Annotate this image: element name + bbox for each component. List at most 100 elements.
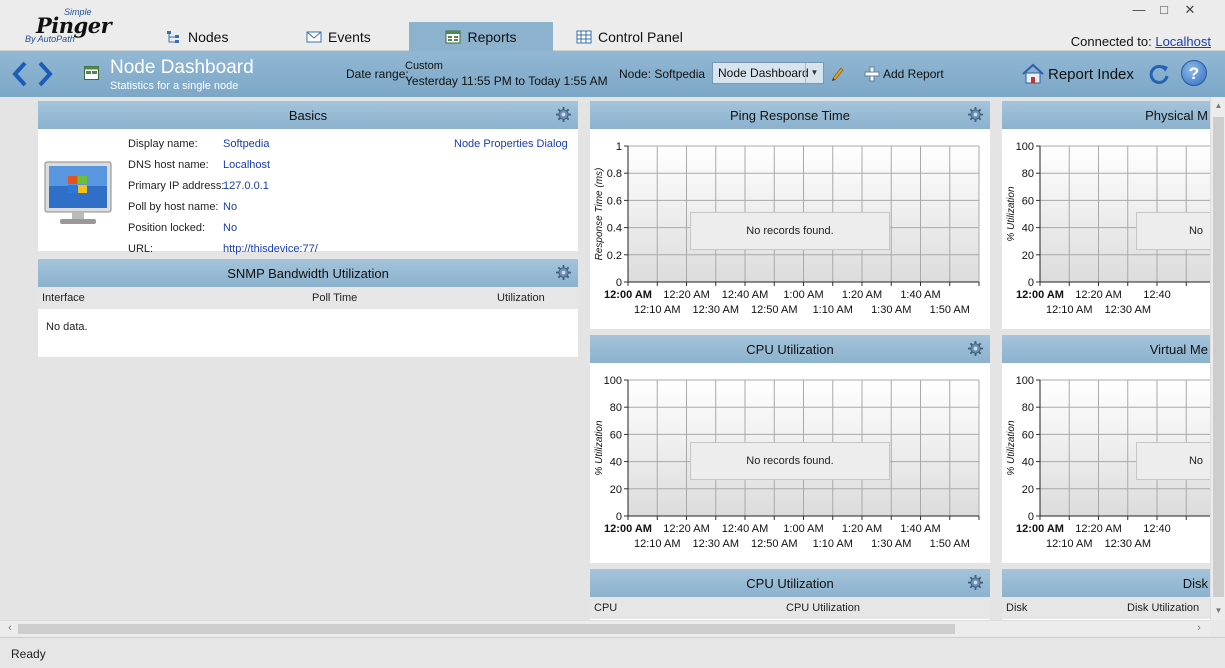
y-axis-label: % Utilization: [1006, 420, 1017, 475]
y-tick-label: 0: [616, 277, 622, 289]
y-tick-label: 100: [1016, 141, 1034, 153]
column-header[interactable]: Disk Utilization: [1127, 602, 1199, 614]
scroll-thumb[interactable]: [1213, 117, 1224, 597]
y-tick-label: 40: [610, 457, 622, 469]
report-index-button[interactable]: Report Index: [1021, 63, 1134, 85]
maximize-button[interactable]: □: [1156, 3, 1172, 17]
scroll-down-icon[interactable]: ▼: [1211, 604, 1225, 618]
x-tick-label: 12:30 AM: [1105, 538, 1151, 550]
date-range-label: Date range:: [346, 67, 409, 81]
tab-control-panel[interactable]: Control Panel: [576, 22, 683, 51]
basics-panel: Basics Node Properties Dialog Display na…: [38, 101, 578, 255]
y-tick-label: 0.2: [607, 250, 622, 262]
scroll-right-icon[interactable]: ›: [1192, 622, 1206, 634]
forward-arrow-icon[interactable]: [34, 60, 56, 88]
house-icon: [1022, 63, 1044, 84]
panel-header: CPU Utilization: [590, 335, 990, 363]
no-records-message: No records found.: [690, 212, 890, 250]
panel-header: SNMP Bandwidth Utilization: [38, 259, 578, 287]
field-value: No: [223, 222, 238, 234]
snmp-panel: SNMP Bandwidth Utilization Interface Pol…: [38, 259, 578, 357]
x-tick-label: 12:10 AM: [1046, 304, 1092, 316]
x-tick-label: 12:40 AM: [722, 289, 768, 301]
empty-message: No data.: [46, 321, 88, 333]
field-label: Position locked:: [128, 222, 206, 234]
gear-icon[interactable]: [556, 265, 571, 280]
y-tick-label: 0: [1028, 511, 1034, 523]
scroll-thumb[interactable]: [18, 624, 955, 634]
close-button[interactable]: ✕: [1182, 3, 1198, 17]
control-panel-icon: [576, 30, 592, 43]
column-header[interactable]: Utilization: [497, 292, 545, 304]
column-header[interactable]: Disk: [1006, 602, 1027, 614]
x-tick-label: 1:50 AM: [930, 538, 970, 550]
tab-label: Nodes: [188, 28, 229, 45]
x-tick-label: 12:30 AM: [1105, 304, 1151, 316]
field-label: Poll by host name:: [128, 201, 219, 213]
report-icon: [445, 30, 461, 43]
y-tick-label: 20: [610, 484, 622, 496]
x-tick-label: 1:50 AM: [930, 304, 970, 316]
add-report-button[interactable]: Add Report: [864, 65, 944, 83]
gear-icon[interactable]: [556, 107, 571, 122]
column-header[interactable]: Poll Time: [312, 292, 357, 304]
dashboard-select[interactable]: Node Dashboard ▼: [712, 62, 824, 84]
connected-host-link[interactable]: Localhost: [1155, 34, 1211, 49]
node-label: Node: Softpedia: [619, 67, 706, 81]
panel-title: SNMP Bandwidth Utilization: [227, 265, 389, 281]
y-axis-label: % Utilization: [594, 420, 605, 475]
refresh-icon[interactable]: [1148, 62, 1170, 86]
panel-title: Disk: [1182, 575, 1208, 591]
field-value: Localhost: [223, 159, 271, 171]
no-records-message: No: [1136, 212, 1210, 250]
panel-header: Physical M: [1002, 101, 1210, 129]
x-tick-label: 12:20 AM: [663, 523, 709, 535]
horizontal-scrollbar[interactable]: ‹ ›: [0, 620, 1210, 636]
x-tick-label: 12:50 AM: [751, 538, 797, 550]
minimize-button[interactable]: —: [1131, 3, 1147, 17]
x-tick-label: 12:10 AM: [634, 538, 680, 550]
field-value: Softpedia: [223, 138, 270, 150]
date-range-type[interactable]: Custom: [405, 60, 443, 72]
column-header[interactable]: Interface: [42, 292, 85, 304]
x-tick-label: 12:00 AM: [1016, 289, 1064, 301]
y-tick-label: 80: [610, 402, 622, 414]
tab-events[interactable]: Events: [306, 22, 371, 51]
field-label: Display name:: [128, 138, 198, 150]
gear-icon[interactable]: [968, 575, 983, 590]
scroll-left-icon[interactable]: ‹: [3, 622, 17, 634]
vertical-scrollbar[interactable]: ▲ ▼: [1210, 97, 1225, 620]
x-tick-label: 12:20 AM: [1075, 289, 1121, 301]
gear-icon[interactable]: [968, 341, 983, 356]
x-tick-label: 1:20 AM: [842, 523, 882, 535]
field-value[interactable]: http://thisdevice:77/: [223, 243, 318, 255]
x-tick-label: 1:10 AM: [813, 538, 853, 550]
x-tick-label: 1:40 AM: [900, 289, 940, 301]
y-tick-label: 20: [1022, 250, 1034, 262]
y-tick-label: 80: [1022, 168, 1034, 180]
field-label: URL:: [128, 243, 154, 255]
panel-title: Physical M: [1145, 107, 1208, 123]
panel-title: Ping Response Time: [730, 107, 850, 123]
panel-title: Basics: [288, 107, 328, 123]
gear-icon[interactable]: [968, 107, 983, 122]
scroll-up-icon[interactable]: ▲: [1211, 99, 1225, 113]
tab-reports[interactable]: Reports: [409, 22, 553, 51]
date-range-value[interactable]: Yesterday 11:55 PM to Today 1:55 AM: [405, 74, 608, 88]
tab-nodes[interactable]: Nodes: [166, 22, 228, 51]
panel-title: Virtual Me: [1149, 341, 1208, 357]
panel-header: Disk: [1002, 569, 1210, 597]
x-tick-label: 12:30 AM: [693, 304, 739, 316]
back-arrow-icon[interactable]: [9, 60, 31, 88]
node-properties-link[interactable]: Node Properties Dialog: [454, 138, 568, 150]
help-icon[interactable]: ?: [1181, 60, 1207, 86]
pencil-icon[interactable]: [830, 65, 846, 81]
cpu-table-panel: CPU Utilization CPU CPU Utilization: [590, 569, 990, 620]
nodes-icon: [167, 30, 179, 43]
panel-title: CPU Utilization: [746, 575, 834, 591]
report-index-label: Report Index: [1048, 65, 1134, 83]
envelope-icon: [306, 31, 322, 42]
y-tick-label: 100: [604, 375, 622, 387]
column-header[interactable]: CPU: [594, 602, 617, 614]
column-header[interactable]: CPU Utilization: [786, 602, 860, 614]
